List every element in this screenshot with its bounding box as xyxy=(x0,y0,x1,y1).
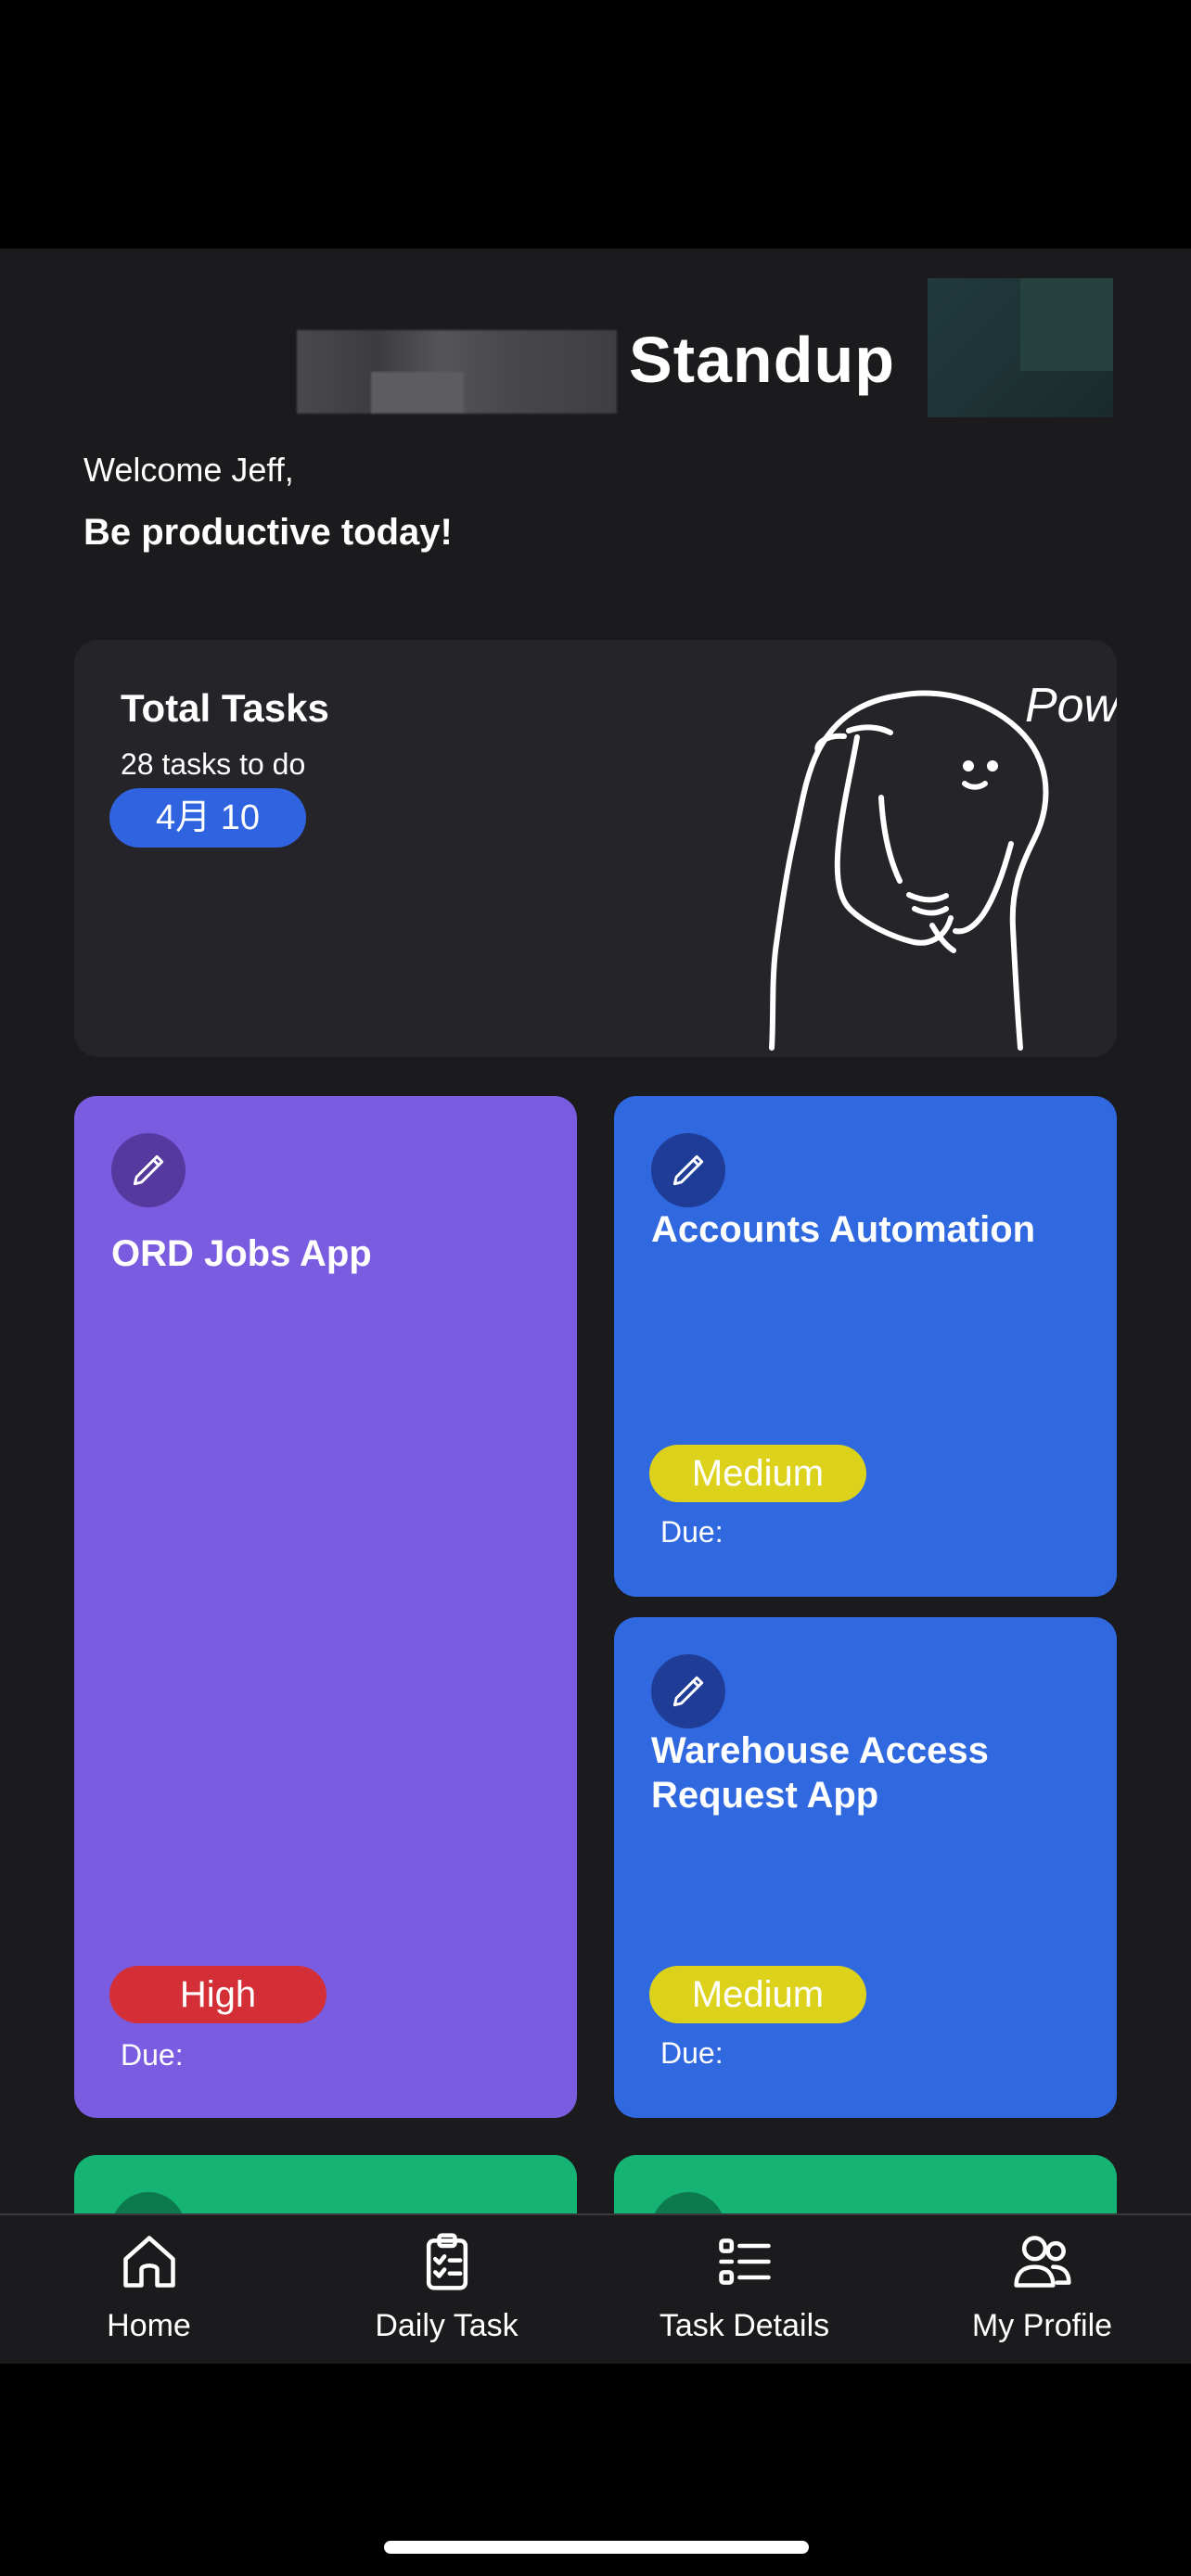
blurred-logo xyxy=(297,330,617,414)
tagline-text: Be productive today! xyxy=(83,512,453,553)
due-label: Due: xyxy=(121,2038,184,2072)
task-card[interactable]: Accounts Automation Medium Due: xyxy=(614,1096,1117,1597)
users-icon xyxy=(1014,2236,1071,2288)
pencil-icon xyxy=(133,1154,164,1186)
avatar[interactable] xyxy=(928,278,1113,417)
welcome-text: Welcome Jeff, xyxy=(83,451,294,489)
tasks-count: 28 tasks to do xyxy=(121,747,306,781)
nav-label: My Profile xyxy=(971,2308,1113,2343)
priority-badge: Medium xyxy=(649,1966,866,2023)
nav-label: Task Details xyxy=(659,2308,830,2343)
edit-button[interactable] xyxy=(651,1654,725,1728)
list-icon xyxy=(719,2238,771,2285)
edit-button[interactable] xyxy=(651,1133,725,1207)
page-title: Standup xyxy=(629,324,895,396)
nav-daily-task[interactable]: Daily Task xyxy=(298,2215,596,2364)
due-label: Due: xyxy=(660,1515,724,1549)
app-screen: Standup Welcome Jeff, Be productive toda… xyxy=(0,249,1191,2361)
nav-task-details[interactable]: Task Details xyxy=(596,2215,893,2364)
pencil-icon xyxy=(672,1154,704,1186)
power-doodle-illustration: Power xyxy=(769,679,1117,1051)
nav-label: Home xyxy=(107,2308,191,2343)
edit-button[interactable] xyxy=(111,1133,186,1207)
date-badge: 4月 10 xyxy=(109,788,306,848)
home-icon xyxy=(123,2236,175,2288)
task-title: ORD Jobs App xyxy=(111,1233,372,1274)
header: Standup xyxy=(0,249,1191,425)
doodle-text: Power xyxy=(1025,679,1117,733)
task-title: Warehouse Access Request App xyxy=(651,1730,989,1816)
priority-badge: Medium xyxy=(649,1445,866,1502)
home-indicator[interactable] xyxy=(384,2541,809,2554)
clipboard-check-icon xyxy=(426,2233,468,2290)
pencil-icon xyxy=(672,1676,704,1707)
task-card[interactable]: ORD Jobs App High Due: xyxy=(74,1096,577,2118)
nav-label: Daily Task xyxy=(375,2308,519,2343)
bottom-nav: Home Daily Task Task Details My Profile xyxy=(0,2213,1191,2364)
task-card[interactable]: Warehouse Access Request App Medium Due: xyxy=(614,1617,1117,2118)
priority-badge: High xyxy=(109,1966,327,2023)
due-label: Due: xyxy=(660,2036,724,2070)
nav-home[interactable]: Home xyxy=(0,2215,298,2364)
total-tasks-card[interactable]: Total Tasks 28 tasks to do 4月 10 Power xyxy=(74,640,1117,1057)
task-title: Accounts Automation xyxy=(651,1209,1036,1250)
nav-my-profile[interactable]: My Profile xyxy=(893,2215,1191,2364)
total-tasks-title: Total Tasks xyxy=(121,686,329,730)
